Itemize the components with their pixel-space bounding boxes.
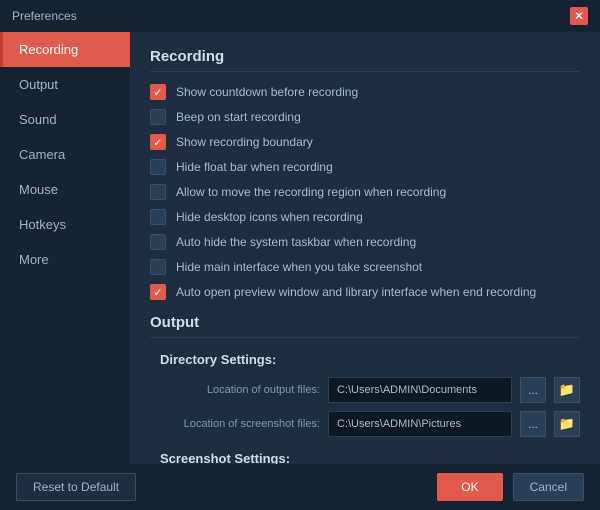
sidebar-item-camera[interactable]: Camera — [0, 137, 130, 172]
output-section-title: Output — [150, 314, 580, 338]
checkbox-label-floatbar: Hide float bar when recording — [176, 160, 333, 174]
checkbox-row-floatbar: Hide float bar when recording — [150, 159, 580, 175]
screenshot-field-row: Location of screenshot files: ... 📁 — [160, 411, 580, 437]
checkbox-row-moveregion: Allow to move the recording region when … — [150, 184, 580, 200]
reset-button[interactable]: Reset to Default — [16, 473, 136, 501]
checkbox-row-maininterface: Hide main interface when you take screen… — [150, 259, 580, 275]
checkbox-label-beep: Beep on start recording — [176, 110, 301, 124]
directory-settings-title: Directory Settings: — [160, 352, 580, 367]
output-dots-button[interactable]: ... — [520, 377, 546, 403]
checkbox-row-desktopicons: Hide desktop icons when recording — [150, 209, 580, 225]
footer: Reset to Default OK Cancel — [0, 464, 600, 510]
checkbox-floatbar[interactable] — [150, 159, 166, 175]
screenshot-path-input[interactable] — [328, 411, 512, 437]
checkbox-label-moveregion: Allow to move the recording region when … — [176, 185, 446, 199]
checkbox-row-taskbar: Auto hide the system taskbar when record… — [150, 234, 580, 250]
output-field-row: Location of output files: ... 📁 — [160, 377, 580, 403]
checkbox-row-boundary: ✓ Show recording boundary — [150, 134, 580, 150]
titlebar: Preferences ✕ — [0, 0, 600, 32]
checkbox-taskbar[interactable] — [150, 234, 166, 250]
footer-right: OK Cancel — [437, 473, 584, 501]
ok-button[interactable]: OK — [437, 473, 502, 501]
output-section: Output Directory Settings: Location of o… — [150, 314, 580, 464]
sidebar-item-sound[interactable]: Sound — [0, 102, 130, 137]
output-path-input[interactable] — [328, 377, 512, 403]
checkbox-label-countdown: Show countdown before recording — [176, 85, 358, 99]
sidebar-item-recording[interactable]: Recording — [0, 32, 130, 67]
sidebar: Recording Output Sound Camera Mouse Hotk… — [0, 32, 130, 464]
checkbox-boundary[interactable]: ✓ — [150, 134, 166, 150]
checkbox-moveregion[interactable] — [150, 184, 166, 200]
screenshot-label: Location of screenshot files: — [160, 418, 320, 430]
output-folder-button[interactable]: 📁 — [554, 377, 580, 403]
titlebar-title: Preferences — [12, 9, 77, 23]
checkbox-label-maininterface: Hide main interface when you take screen… — [176, 260, 422, 274]
checkbox-label-taskbar: Auto hide the system taskbar when record… — [176, 235, 416, 249]
screenshot-folder-button[interactable]: 📁 — [554, 411, 580, 437]
screenshot-settings-title: Screenshot Settings: — [160, 451, 580, 464]
checkbox-maininterface[interactable] — [150, 259, 166, 275]
sidebar-item-output[interactable]: Output — [0, 67, 130, 102]
folder-icon: 📁 — [559, 382, 575, 398]
checkbox-row-beep: Beep on start recording — [150, 109, 580, 125]
sidebar-item-more[interactable]: More — [0, 242, 130, 277]
checkbox-countdown[interactable]: ✓ — [150, 84, 166, 100]
close-button[interactable]: ✕ — [570, 7, 588, 25]
checkbox-label-boundary: Show recording boundary — [176, 135, 313, 149]
content-area: Recording ✓ Show countdown before recordi… — [130, 32, 600, 464]
preferences-dialog: Preferences ✕ Recording Output Sound Cam… — [0, 0, 600, 510]
checkbox-preview[interactable]: ✓ — [150, 284, 166, 300]
checkbox-beep[interactable] — [150, 109, 166, 125]
sidebar-item-mouse[interactable]: Mouse — [0, 172, 130, 207]
recording-section-title: Recording — [150, 48, 580, 72]
main-area: Recording Output Sound Camera Mouse Hotk… — [0, 32, 600, 464]
checkbox-row-countdown: ✓ Show countdown before recording — [150, 84, 580, 100]
checkbox-label-desktopicons: Hide desktop icons when recording — [176, 210, 363, 224]
checkbox-label-preview: Auto open preview window and library int… — [176, 285, 536, 299]
checkboxes-container: ✓ Show countdown before recording Beep on … — [150, 84, 580, 300]
cancel-button[interactable]: Cancel — [513, 473, 584, 501]
checkbox-row-preview: ✓ Auto open preview window and library in… — [150, 284, 580, 300]
folder-icon-2: 📁 — [559, 416, 575, 432]
checkbox-desktopicons[interactable] — [150, 209, 166, 225]
screenshot-dots-button[interactable]: ... — [520, 411, 546, 437]
output-label: Location of output files: — [160, 384, 320, 396]
sidebar-item-hotkeys[interactable]: Hotkeys — [0, 207, 130, 242]
